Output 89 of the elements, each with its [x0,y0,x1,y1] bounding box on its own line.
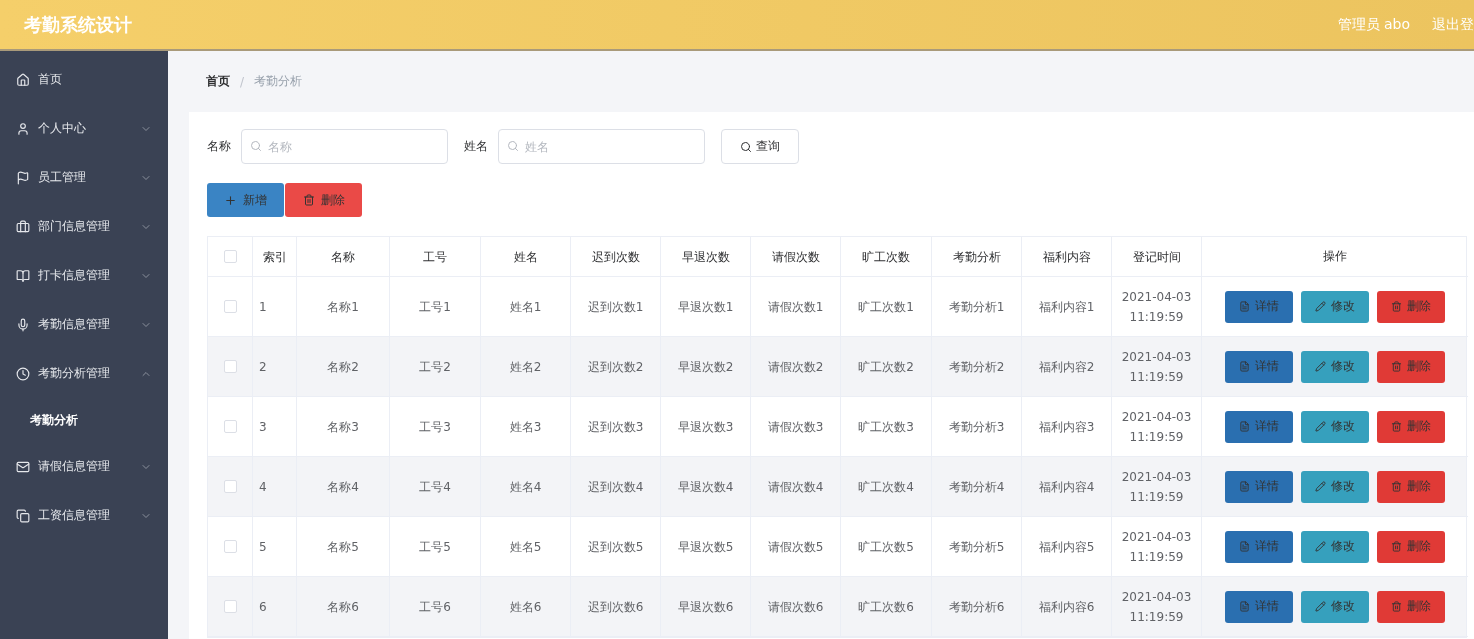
document-icon [1239,601,1250,612]
pencil-icon [1315,301,1326,312]
pencil-icon [1315,361,1326,372]
table-cell: 名称6 [297,577,390,637]
edit-button[interactable]: 修改 [1301,530,1369,563]
trash-icon [1391,601,1402,612]
table-cell: 迟到次数6 [571,577,661,637]
details-button[interactable]: 详情 [1225,410,1293,443]
edit-button[interactable]: 修改 [1301,470,1369,503]
details-button[interactable]: 详情 [1225,530,1293,563]
briefcase-icon [16,219,30,234]
copy-icon [16,508,30,523]
delete-button[interactable]: 删除 [1377,470,1445,503]
table-cell: 早退次数6 [661,577,751,637]
checkbox[interactable] [223,250,237,263]
menu-item[interactable]: 部门信息管理 [0,202,168,251]
checkbox[interactable] [223,360,237,373]
pencil-icon [1315,481,1326,492]
edit-button[interactable]: 修改 [1301,350,1369,383]
table-cell: 6 [253,577,297,637]
edit-button[interactable]: 修改 [1301,410,1369,443]
user-name: 管理员 abo [1337,15,1410,34]
table-cell: 2021-04-03 11:19:59 [1112,577,1202,637]
checkbox[interactable] [223,600,237,613]
pencil-icon [1315,541,1326,552]
clock-icon [16,366,30,381]
trash-icon [1391,361,1402,372]
field-label: 姓名 [464,138,488,155]
menu-item[interactable]: 首页 [0,55,168,104]
table-cell: 福利内容6 [1022,577,1112,637]
document-icon [1239,361,1250,372]
delete-button[interactable]: 删除 [1377,350,1445,383]
delete-button[interactable]: 删除 [1377,530,1445,563]
menu-item[interactable]: 考勤分析管理 [0,349,168,398]
menu-item[interactable]: 打卡信息管理 [0,251,168,300]
table-cell: 旷工次数6 [841,577,932,637]
checkbox[interactable] [223,300,237,313]
field-label: 名称 [207,138,231,155]
home-icon [16,72,30,87]
document-icon [1239,481,1250,492]
menu-item[interactable]: 工资信息管理 [0,491,168,540]
delete-button[interactable]: 删除 [1377,290,1445,323]
mail-icon [16,459,30,474]
search-button[interactable]: 查询 [721,129,799,164]
details-button[interactable]: 详情 [1225,470,1293,503]
delete-button[interactable]: 删除 [1377,410,1445,443]
search-field[interactable]: 名称 [241,129,448,164]
breadcrumb-separator: / [240,74,245,89]
breadcrumb-item: 考勤分析 [254,73,303,90]
user-icon [16,121,30,136]
table-cell: 姓名6 [481,577,571,637]
breadcrumb-item[interactable]: 首页 [206,73,230,90]
trash-icon [1391,541,1402,552]
checkbox[interactable] [223,480,237,493]
pencil-icon [1315,601,1326,612]
menu-item[interactable]: 员工管理 [0,153,168,202]
plus-icon [224,193,237,207]
document-icon [1239,301,1250,312]
submenu-item[interactable]: 考勤分析 [0,398,168,442]
trash-icon [1391,481,1402,492]
trash-icon [302,194,315,206]
table-cell: 请假次数6 [751,577,841,637]
add-button[interactable]: 新增 [207,183,284,217]
trash-icon [1391,421,1402,432]
column-header: 操作 [1323,248,1347,265]
table-cell: 工号6 [390,577,481,637]
pencil-icon [1315,421,1326,432]
edit-button[interactable]: 修改 [1301,290,1369,323]
microphone-icon [16,317,30,332]
flag-icon [16,170,30,185]
checkbox[interactable] [223,420,237,433]
delete-button[interactable]: 删除 [1377,590,1445,623]
details-button[interactable]: 详情 [1225,590,1293,623]
checkbox[interactable] [223,540,237,553]
book-icon [16,268,30,283]
details-button[interactable]: 详情 [1225,350,1293,383]
search-field[interactable]: 姓名 [498,129,705,164]
search-icon [740,140,752,153]
document-icon [1239,541,1250,552]
menu-item[interactable]: 考勤信息管理 [0,300,168,349]
delete-button[interactable]: 删除 [285,183,362,217]
menu-item[interactable]: 个人中心 [0,104,168,153]
details-button[interactable]: 详情 [1225,290,1293,323]
edit-button[interactable]: 修改 [1301,590,1369,623]
document-icon [1239,421,1250,432]
trash-icon [1391,301,1402,312]
app-title: 考勤系统设计 [24,12,133,37]
table-cell: 考勤分析6 [932,577,1022,637]
menu-item[interactable]: 请假信息管理 [0,442,168,491]
